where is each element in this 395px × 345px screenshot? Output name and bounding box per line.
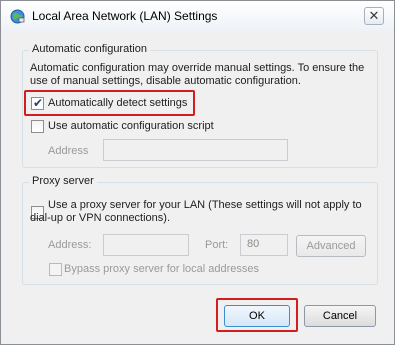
auto-detect-highlight [24, 90, 195, 116]
script-address-input[interactable] [103, 139, 288, 161]
cancel-button[interactable]: Cancel [304, 305, 376, 327]
script-address-label: Address [48, 145, 89, 157]
lan-settings-dialog: Local Area Network (LAN) Settings ✕ Auto… [0, 0, 395, 345]
use-proxy-label-line1[interactable]: Use a proxy server for your LAN (These s… [48, 199, 362, 211]
close-icon: ✕ [368, 8, 380, 23]
network-globe-icon [10, 9, 25, 24]
proxy-port-label: Port: [205, 239, 229, 251]
window-title: Local Area Network (LAN) Settings [32, 9, 218, 23]
proxy-server-legend: Proxy server [29, 175, 97, 187]
close-button[interactable]: ✕ [364, 7, 384, 25]
ok-highlight [216, 298, 298, 332]
proxy-address-label: Address: [48, 239, 92, 251]
auto-config-script-label[interactable]: Use automatic configuration script [48, 120, 214, 132]
use-proxy-label-line2[interactable]: dial-up or VPN connections). [30, 212, 170, 224]
bypass-local-checkbox[interactable] [49, 263, 62, 276]
proxy-port-input[interactable]: 80 [240, 234, 288, 256]
advanced-button[interactable]: Advanced [296, 235, 366, 257]
bypass-local-label[interactable]: Bypass proxy server for local addresses [64, 263, 259, 275]
proxy-address-input[interactable] [103, 234, 189, 256]
auto-config-script-checkbox[interactable] [31, 120, 44, 133]
title-bar[interactable]: Local Area Network (LAN) Settings ✕ [1, 1, 394, 31]
automatic-configuration-legend: Automatic configuration [29, 43, 150, 55]
auto-config-description-line2: use of manual settings, disable automati… [30, 75, 301, 87]
auto-config-description-line1: Automatic configuration may override man… [30, 62, 365, 74]
